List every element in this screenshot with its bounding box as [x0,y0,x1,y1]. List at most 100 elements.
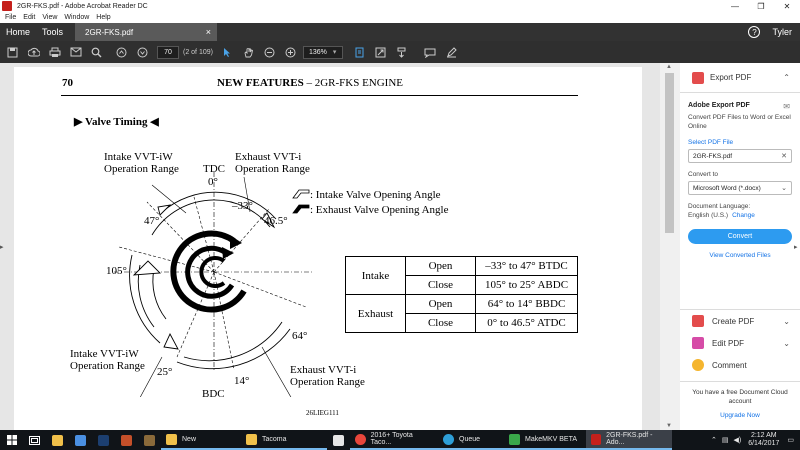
exhaust-close-label: Close [405,313,476,333]
right-pane-collapse-icon[interactable]: ▸ [794,243,798,251]
chevron-down-icon[interactable]: ⌄ [783,317,790,326]
file-explorer-icon[interactable] [46,430,69,450]
tray-chevron-up-icon[interactable]: ⌃ [711,436,717,444]
document-tab[interactable]: 2GR-FKS.pdf × [75,23,218,41]
window-controls: — ❐ ✕ [722,0,800,12]
d64-degree-label: 64° [292,330,308,342]
export-pane-title: Adobe Export PDF [688,102,750,109]
save-icon[interactable] [2,41,23,63]
menu-view[interactable]: View [42,14,57,21]
acrobat-app-icon [2,1,12,11]
taskbar-makemkv-label: MakeMKV BETA [525,435,577,443]
taskbar-queue[interactable]: Queue [438,430,504,450]
upgrade-now-link[interactable]: Upgrade Now [680,411,800,420]
fit-page-icon[interactable] [349,41,370,63]
d25-degree-label: 25° [157,366,173,378]
menu-window[interactable]: Window [64,14,89,21]
tool-comment[interactable]: Comment [680,354,800,376]
zoom-select[interactable]: 136% ▾ [302,45,343,59]
intake-range-bottom-label: Intake VVT-iW Operation Range [70,348,145,372]
app-icon[interactable] [138,430,161,450]
menu-file[interactable]: File [5,14,16,21]
search-icon[interactable] [86,41,107,63]
taskbar-acrobat[interactable]: 2GR-FKS.pdf - Ado... [586,430,672,450]
page-down-icon[interactable] [132,41,153,63]
menu-help[interactable]: Help [96,14,110,21]
acrobat-icon [591,433,602,445]
print-icon[interactable] [44,41,65,63]
tool-edit-pdf[interactable]: Edit PDF ⌄ [680,332,800,354]
taskbar-folder-tacoma[interactable]: Tacoma [241,430,327,450]
clock[interactable]: 2:12 AM 6/14/2017 [748,432,779,448]
messages-icon[interactable]: ✉ [783,102,790,111]
selected-file-name: 2GR-FKS.pdf [693,152,733,160]
zoom-chevron-down-icon: ▾ [332,49,337,56]
email-icon[interactable] [65,41,86,63]
start-button[interactable] [0,430,23,450]
taskbar-chrome[interactable]: 2016+ Toyota Taco... [350,430,438,450]
scroll-mode-icon[interactable] [391,41,412,63]
chevron-up-icon[interactable]: ⌃ [783,73,790,82]
tools-tab[interactable]: Tools [36,23,69,41]
export-pdf-header[interactable]: Export PDF ⌃ [680,63,800,93]
menu-edit[interactable]: Edit [23,14,35,21]
export-pane: Adobe Export PDF ✉ Convert PDF Files to … [680,93,800,259]
zoom-out-icon[interactable] [259,41,280,63]
select-pdf-file-link[interactable]: Select PDF File [688,139,792,146]
page-up-icon[interactable] [111,41,132,63]
header-rule [61,95,578,96]
photoshop-icon[interactable] [92,430,115,450]
upload-icon[interactable] [23,41,44,63]
windows-taskbar: New Tacoma 2016+ Toyota Taco... Queue Ma… [0,430,800,450]
change-language-link[interactable]: Change [732,212,755,219]
scrollbar-thumb[interactable] [665,73,674,233]
scroll-down-icon[interactable]: ▼ [666,423,672,429]
hand-icon[interactable] [238,41,259,63]
taskbar-new-label: New [182,435,197,443]
zoom-value: 136% [308,48,327,56]
taskbar-folder-new[interactable]: New [161,430,241,450]
scroll-up-icon[interactable]: ▲ [666,64,672,70]
full-screen-icon[interactable] [370,41,391,63]
remove-file-icon[interactable]: ✕ [781,152,787,160]
chevron-down-icon: ⌄ [781,185,787,192]
intake-range-bottom-line2: Operation Range [70,360,145,372]
left-pane-expand-icon[interactable]: ▸ [0,243,6,253]
comment-icon[interactable] [420,41,441,63]
tool-edit-pdf-label: Edit PDF [712,338,745,348]
vertical-scrollbar[interactable]: ▲ ▼ [660,63,680,430]
close-window-button[interactable]: ✕ [774,0,800,12]
maximize-button[interactable]: ❐ [748,0,774,12]
exhaust-range-bottom-line2: Operation Range [290,376,365,388]
convert-to-select[interactable]: Microsoft Word (*.docx) ⌄ [688,181,792,195]
create-pdf-icon [692,315,704,327]
selected-file-field[interactable]: 2GR-FKS.pdf ✕ [688,149,792,163]
home-tab[interactable]: Home [0,23,36,41]
volume-icon[interactable]: ◀) [734,436,742,444]
taskbar-makemkv[interactable]: MakeMKV BETA [504,430,586,450]
network-icon[interactable]: ▤ [722,436,729,444]
convert-button[interactable]: Convert [688,229,792,244]
page-number-input[interactable] [157,45,179,59]
store-icon[interactable] [69,430,92,450]
tool-create-pdf[interactable]: Create PDF ⌄ [680,310,800,332]
minimize-button[interactable]: — [722,0,748,12]
folder-icon [246,433,257,445]
calculator-icon[interactable] [327,430,350,450]
task-view-icon[interactable] [23,430,46,450]
document-tab-close-button[interactable]: × [206,27,211,37]
page-header-rest: – 2GR-FKS ENGINE [303,77,404,89]
app-icon[interactable] [115,430,138,450]
select-cursor-icon[interactable] [217,41,238,63]
chevron-down-icon[interactable]: ⌄ [783,339,790,348]
taskbar-queue-label: Queue [459,435,481,443]
zoom-in-icon[interactable] [280,41,301,63]
menu-bar: File Edit View Window Help [0,12,800,23]
convert-to-value: Microsoft Word (*.docx) [693,184,761,192]
view-converted-files-link[interactable]: View Converted Files [688,252,792,259]
help-icon[interactable]: ? [748,26,761,38]
sign-icon[interactable] [441,41,462,63]
document-viewport[interactable]: ▸ 70 NEW FEATURES – 2GR-FKS ENGINE ▶ Val… [0,63,680,430]
user-name[interactable]: Tyler [772,27,792,37]
notifications-icon[interactable]: ▭ [787,436,794,444]
